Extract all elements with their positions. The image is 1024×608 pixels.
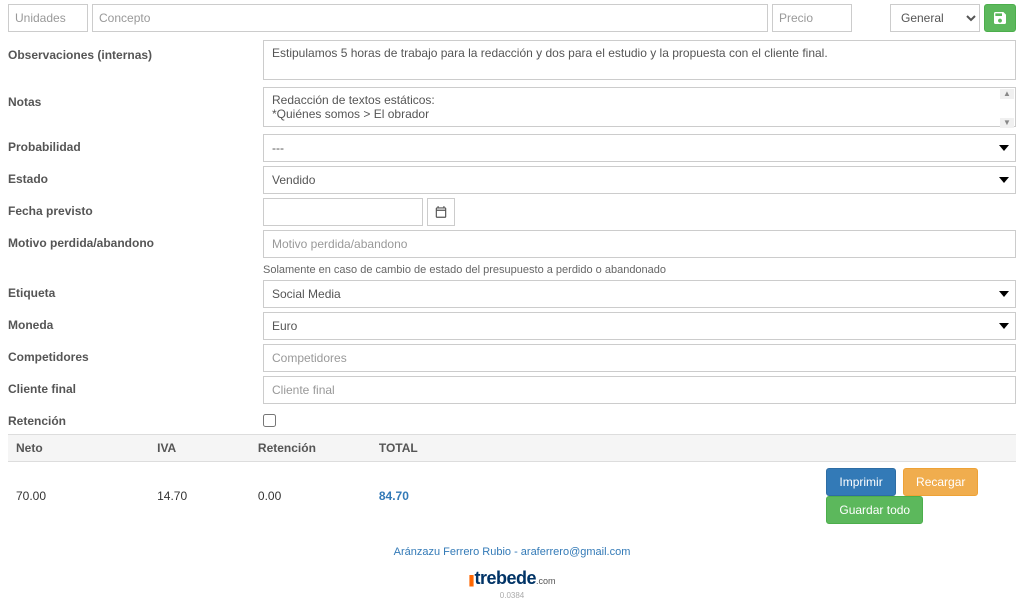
notas-scrollbar[interactable]: ▲▼ (1000, 89, 1014, 128)
fecha-input[interactable] (263, 198, 423, 226)
moneda-select[interactable]: Euro (263, 312, 1016, 340)
save-line-button[interactable] (984, 4, 1016, 32)
imprimir-button[interactable]: Imprimir (826, 468, 895, 496)
guardar-todo-button[interactable]: Guardar todo (826, 496, 923, 524)
unidades-input[interactable] (8, 4, 88, 32)
estado-select[interactable]: Vendido (263, 166, 1016, 194)
th-iva: IVA (149, 435, 250, 462)
version-text: 0.0384 (0, 591, 1024, 608)
neto-value: 70.00 (8, 462, 149, 531)
logo-bars-icon: ||| (468, 573, 472, 587)
save-icon (992, 10, 1008, 26)
observaciones-textarea[interactable] (263, 40, 1016, 80)
cliente-final-input[interactable] (263, 376, 1016, 404)
calendar-icon (434, 205, 448, 219)
totals-header-row: Neto IVA Retención TOTAL (8, 435, 1016, 462)
moneda-label: Moneda (8, 312, 263, 332)
retencion-value: 0.00 (250, 462, 371, 531)
total-value: 84.70 (371, 462, 815, 531)
motivo-label: Motivo perdida/abandono (8, 230, 263, 250)
budget-form: Observaciones (internas) Notas ▲▼ Probab… (0, 36, 1024, 538)
contact-link[interactable]: Aránzazu Ferrero Rubio - araferrero@gmai… (394, 546, 631, 558)
competidores-input[interactable] (263, 344, 1016, 372)
cliente-final-label: Cliente final (8, 376, 263, 396)
precio-input[interactable] (772, 4, 852, 32)
probabilidad-select[interactable]: --- (263, 134, 1016, 162)
estado-label: Estado (8, 166, 263, 186)
retencion-checkbox[interactable] (263, 414, 276, 427)
th-total: TOTAL (371, 435, 815, 462)
motivo-help-text: Solamente en caso de cambio de estado de… (263, 264, 666, 276)
line-item-row: General (0, 0, 1024, 36)
etiqueta-label: Etiqueta (8, 280, 263, 300)
recargar-button[interactable]: Recargar (903, 468, 978, 496)
fecha-label: Fecha previsto (8, 198, 263, 218)
brand-logo: |||trebede.com (0, 566, 1024, 591)
th-neto: Neto (8, 435, 149, 462)
probabilidad-label: Probabilidad (8, 134, 263, 154)
observaciones-label: Observaciones (internas) (8, 40, 263, 62)
competidores-label: Competidores (8, 344, 263, 364)
th-retencion: Retención (250, 435, 371, 462)
etiqueta-select[interactable]: Social Media (263, 280, 1016, 308)
footer-contact: Aránzazu Ferrero Rubio - araferrero@gmai… (0, 538, 1024, 566)
retencion-label: Retención (8, 408, 263, 428)
totals-value-row: 70.00 14.70 0.00 84.70 Imprimir Recargar… (8, 462, 1016, 531)
iva-value: 14.70 (149, 462, 250, 531)
tax-type-select[interactable]: General (890, 4, 980, 32)
calendar-button[interactable] (427, 198, 455, 226)
motivo-input[interactable] (263, 230, 1016, 258)
concepto-input[interactable] (92, 4, 768, 32)
notas-textarea[interactable] (263, 87, 1016, 127)
notas-label: Notas (8, 87, 263, 109)
totals-table: Neto IVA Retención TOTAL 70.00 14.70 0.0… (8, 434, 1016, 530)
